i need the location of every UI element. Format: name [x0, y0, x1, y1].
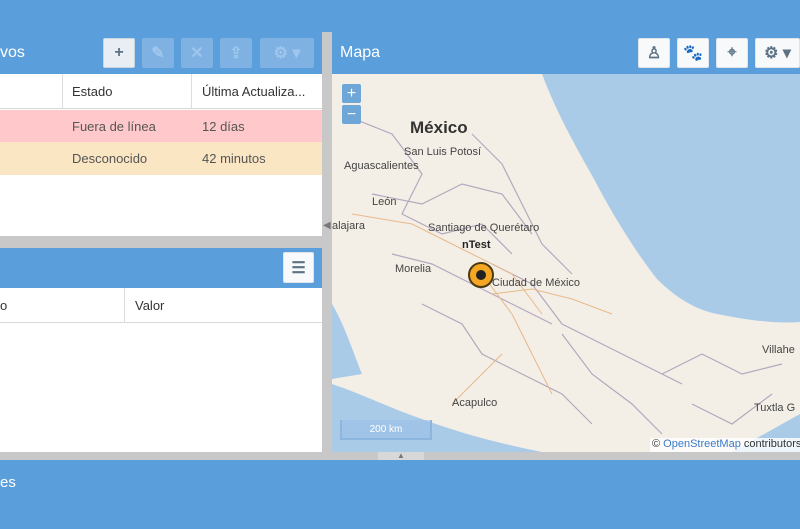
state-panel-header [0, 248, 322, 288]
add-icon: + [114, 44, 124, 61]
edit-icon: ✎ [151, 45, 165, 62]
place-label: Villahe [762, 344, 795, 356]
country-label: México [410, 118, 468, 137]
collapse-up-handle[interactable]: ▲ [378, 452, 424, 460]
column-header-attribute[interactable]: o [0, 288, 125, 323]
osm-link[interactable]: OpenStreetMap [663, 438, 741, 450]
map-settings-dropdown[interactable]: ⚙ ▾ [755, 38, 800, 68]
table-row[interactable]: Fuera de línea 12 días [0, 110, 322, 142]
list-icon: ☰ [291, 259, 306, 277]
person-icon: ♙ [646, 45, 662, 62]
scale-label: 200 km [369, 423, 403, 435]
collapse-left-icon[interactable]: ◀ [323, 220, 331, 231]
place-label: Aguascalientes [344, 160, 419, 172]
row-status: Desconocido [72, 151, 148, 166]
upload-button[interactable]: ⇪ [220, 38, 252, 68]
bottom-panel-header: es [0, 460, 800, 529]
place-label: alajara [332, 220, 366, 232]
place-label: Ciudad de México [492, 277, 581, 289]
column-header-last-update[interactable]: Última Actualiza... [192, 74, 322, 109]
remove-device-button[interactable]: ✕ [181, 38, 213, 68]
map-attribution: © OpenStreetMap contributors [650, 438, 800, 452]
edit-device-button[interactable]: ✎ [142, 38, 174, 68]
table-header: o Valor [0, 288, 322, 323]
place-label: Tuxtla G [754, 402, 796, 414]
place-label: León [372, 196, 397, 208]
place-label: Morelia [395, 263, 432, 275]
zoom-out-button[interactable]: − [342, 105, 361, 124]
devices-panel-title: vos [0, 44, 25, 61]
table-row[interactable]: Desconocido 42 minutos [0, 142, 322, 175]
remove-icon: ✕ [190, 45, 204, 62]
locate-button[interactable]: ⌖ [716, 38, 748, 68]
state-table: o Valor [0, 288, 322, 452]
place-label: Acapulco [452, 397, 498, 409]
attribution-suffix: contributors [743, 438, 800, 450]
row-status: Fuera de línea [72, 118, 156, 134]
marker-label: nTest [462, 239, 491, 251]
vertical-splitter[interactable]: ◀ [322, 32, 332, 452]
place-label: San Luis Potosí [404, 146, 482, 158]
horizontal-splitter[interactable] [0, 236, 322, 248]
table-header: Estado Última Actualiza... [0, 74, 322, 109]
zoom-in-button[interactable]: + [342, 84, 361, 103]
paw-icon: 🐾 [683, 45, 703, 62]
place-label: Santiago de Querétaro [428, 222, 540, 234]
devices-table: Estado Última Actualiza... Fuera de líne… [0, 74, 322, 236]
bottom-splitter[interactable]: ▲ [0, 452, 800, 460]
column-header-status[interactable]: Estado [62, 74, 192, 109]
gear-icon: ⚙ ▾ [273, 45, 301, 62]
copyright-symbol: © [652, 438, 661, 450]
upload-icon: ⇪ [229, 45, 243, 62]
crosshair-icon: ⌖ [727, 44, 737, 61]
follow-button[interactable]: 🐾 [677, 38, 709, 68]
state-list-button[interactable]: ☰ [283, 252, 314, 283]
row-last-update: 42 minutos [202, 151, 266, 166]
devices-settings-dropdown[interactable]: ⚙ ▾ [260, 38, 314, 68]
map-view[interactable]: México San Luis Potosí Aguascalientes Le… [332, 74, 800, 452]
add-device-button[interactable]: + [103, 38, 135, 68]
bottom-panel-title: es [0, 474, 16, 491]
scale-bar: 200 km [340, 420, 432, 440]
device-marker[interactable] [468, 262, 494, 288]
column-header-value[interactable]: Valor [125, 288, 322, 323]
gear-icon: ⚙ ▾ [764, 45, 791, 62]
column-header[interactable] [0, 74, 62, 109]
show-geofences-button[interactable]: ♙ [638, 38, 670, 68]
row-last-update: 12 días [202, 118, 245, 134]
top-bar [0, 0, 800, 32]
map-panel-title: Mapa [340, 44, 381, 61]
